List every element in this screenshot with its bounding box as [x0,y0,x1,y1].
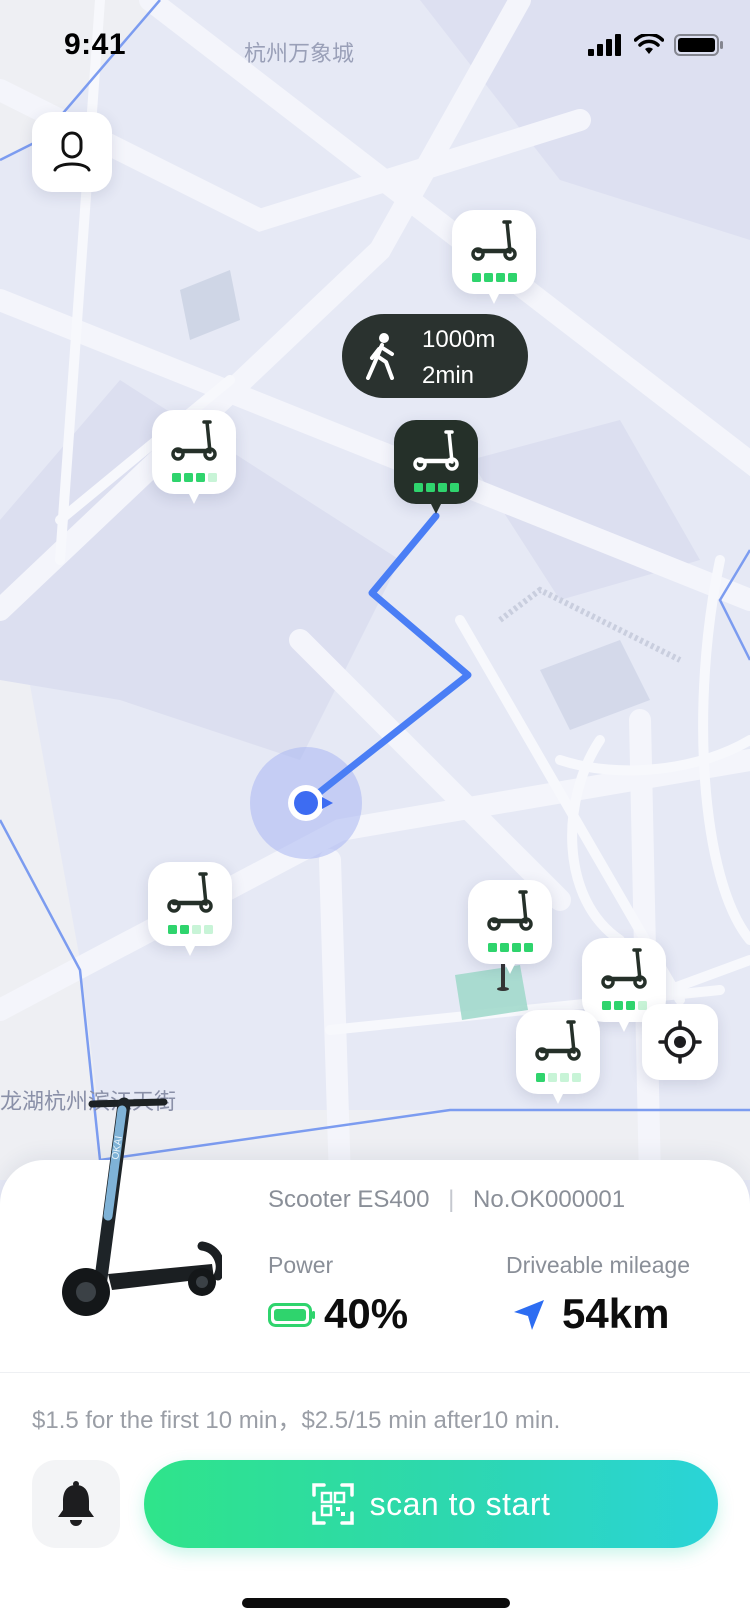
battery-level [472,273,517,282]
locate-me-button[interactable] [642,1004,718,1080]
power-value: 40% [324,1290,409,1337]
battery-level [602,1001,647,1010]
walk-duration: 2min [422,362,475,389]
scooter-pin-selected[interactable] [394,420,478,514]
separator: | [448,1186,455,1213]
battery-level [172,473,217,482]
status-time: 9:41 [64,28,127,61]
battery-level [536,1073,581,1082]
ring-bell-button[interactable] [32,1460,120,1548]
scooter-icon [487,890,533,931]
mileage-label: Driveable mileage [506,1252,691,1278]
user-icon [53,131,91,172]
scan-button-label: scan to start [369,1485,551,1522]
scooter-pin[interactable] [452,210,536,304]
bell-icon [58,1481,94,1526]
scooter-icon [413,430,459,471]
scooter-pin[interactable] [516,1010,600,1104]
scooter-icon [471,220,517,261]
scooter-icon [167,872,213,913]
walk-route-info: 1000m 2min [342,314,528,398]
power-label: Power [268,1252,334,1278]
home-indicator[interactable] [242,1598,510,1608]
walk-distance: 1000m [422,326,496,353]
map-label-top: 杭州万象城 [244,41,355,66]
mileage-value: 54km [562,1290,670,1337]
battery-level [488,943,533,952]
status-bar: 9:41 [0,0,750,96]
scooter-model-info: Scooter ES400 | No.OK000001 [268,1186,625,1214]
scan-icon [311,1483,354,1525]
divider [0,1372,750,1373]
signal-icon [588,34,621,56]
scooter-icon [601,948,647,989]
scooter-number: No.OK000001 [473,1186,626,1213]
scooter-photo: OKAI [62,1097,222,1316]
scooter-pin[interactable] [152,410,236,504]
battery-level [168,925,213,934]
wifi-icon [634,34,664,54]
scan-to-start-button[interactable]: scan to start [144,1460,718,1548]
profile-button[interactable] [32,112,112,192]
status-icons [588,34,724,56]
battery-icon [268,1303,315,1327]
walk-icon [366,333,394,380]
locate-icon [658,1020,702,1064]
scooter-icon [171,420,217,461]
battery-status-icon [674,34,723,56]
pricing-info: $1.5 for the first 10 min，$2.5/15 min af… [32,1407,561,1434]
scooter-icon [535,1020,581,1061]
navigation-arrow-icon [514,1300,544,1330]
battery-level [414,483,459,492]
scooter-pin[interactable] [468,880,552,974]
scooter-model: Scooter ES400 [268,1186,430,1213]
scooter-pin[interactable] [148,862,232,956]
